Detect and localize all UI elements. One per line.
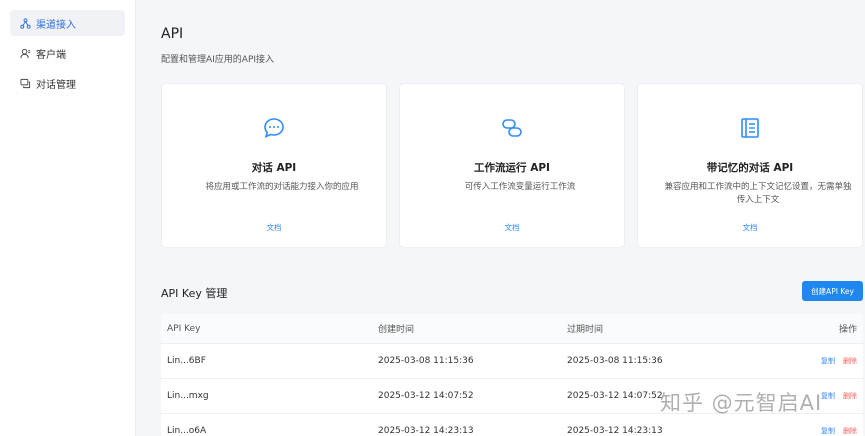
user-icon [19, 47, 31, 59]
api-key-section-title: API Key 管理 [161, 287, 228, 300]
doc-link[interactable]: 文档 [400, 222, 624, 233]
created-time: 2025-03-12 14:07:52 [378, 391, 474, 401]
card-memory-chat-api: 带记忆的对话 API 兼容应用和工作流中的上下文记忆设置，无需单独传入上下文 文… [637, 83, 863, 248]
created-time: 2025-03-08 11:15:36 [378, 356, 474, 366]
doc-link[interactable]: 文档 [638, 222, 862, 233]
column-header-key: API Key [167, 323, 201, 334]
sidebar-item-label: 对话管理 [36, 79, 76, 91]
card-chat-api: 对话 API 将应用或工作流的对话能力接入你的应用 文档 [161, 83, 387, 248]
card-title: 带记忆的对话 API [706, 162, 794, 174]
doc-link[interactable]: 文档 [162, 222, 386, 233]
copy-button[interactable]: 复制 [821, 356, 835, 366]
page-title: API [161, 26, 184, 42]
api-key-value: Lin...o6A [167, 426, 207, 436]
card-title: 对话 API [251, 162, 297, 174]
sidebar-item-channel[interactable]: 渠道接入 [10, 10, 125, 36]
expire-time: 2025-03-12 14:23:13 [567, 426, 663, 436]
table-row: Lin...o6A 2025-03-12 14:23:13 2025-03-12… [161, 414, 863, 436]
column-header-actions: 操作 [838, 325, 857, 335]
create-api-key-button[interactable]: 创建API Key [802, 281, 863, 301]
row-actions: 复制 删除 [813, 414, 857, 436]
api-key-table: API Key 创建时间 过期时间 操作 Lin...6BF 2025-03-0… [161, 314, 863, 436]
row-actions: 复制 删除 [813, 344, 857, 378]
column-header-expires: 过期时间 [567, 325, 604, 335]
sidebar: 渠道接入 客户端 对话管理 [0, 0, 136, 436]
delete-button[interactable]: 删除 [843, 426, 857, 436]
delete-button[interactable]: 删除 [843, 356, 857, 366]
page-subtitle: 配置和管理AI应用的API接入 [161, 55, 275, 65]
main-content: API 配置和管理AI应用的API接入 对话 API 将应用或工作流的对话能力接… [137, 0, 865, 436]
copy-button[interactable]: 复制 [821, 426, 835, 436]
card-description: 兼容应用和工作流中的上下文记忆设置，无需单独传入上下文 [664, 182, 852, 205]
watermark: 知乎 @元智启AI [660, 391, 823, 415]
sidebar-item-client[interactable]: 客户端 [10, 40, 125, 66]
table-header: API Key 创建时间 过期时间 操作 [161, 314, 863, 344]
card-workflow-api: 工作流运行 API 可传入工作流变量运行工作流 文档 [399, 83, 625, 248]
sidebar-item-dialog[interactable]: 对话管理 [10, 70, 125, 96]
expire-time: 2025-03-12 14:07:52 [567, 391, 663, 401]
copy-button[interactable]: 复制 [821, 391, 835, 401]
chat-bubble-icon [162, 116, 386, 140]
memory-book-icon [638, 116, 862, 140]
workflow-icon [400, 116, 624, 140]
api-key-value: Lin...6BF [167, 356, 206, 366]
table-row: Lin...6BF 2025-03-08 11:15:36 2025-03-08… [161, 344, 863, 379]
sidebar-item-label: 客户端 [36, 49, 66, 61]
column-header-created: 创建时间 [378, 325, 415, 335]
expire-time: 2025-03-08 11:15:36 [567, 356, 663, 366]
created-time: 2025-03-12 14:23:13 [378, 426, 474, 436]
card-description: 可传入工作流变量运行工作流 [464, 182, 576, 192]
delete-button[interactable]: 删除 [843, 391, 857, 401]
card-description: 将应用或工作流的对话能力接入你的应用 [205, 182, 359, 192]
chat-icon [19, 77, 31, 89]
channel-icon [19, 17, 31, 29]
api-key-value: Lin...mxg [167, 391, 209, 401]
card-title: 工作流运行 API [474, 162, 550, 174]
sidebar-item-label: 渠道接入 [36, 19, 76, 31]
